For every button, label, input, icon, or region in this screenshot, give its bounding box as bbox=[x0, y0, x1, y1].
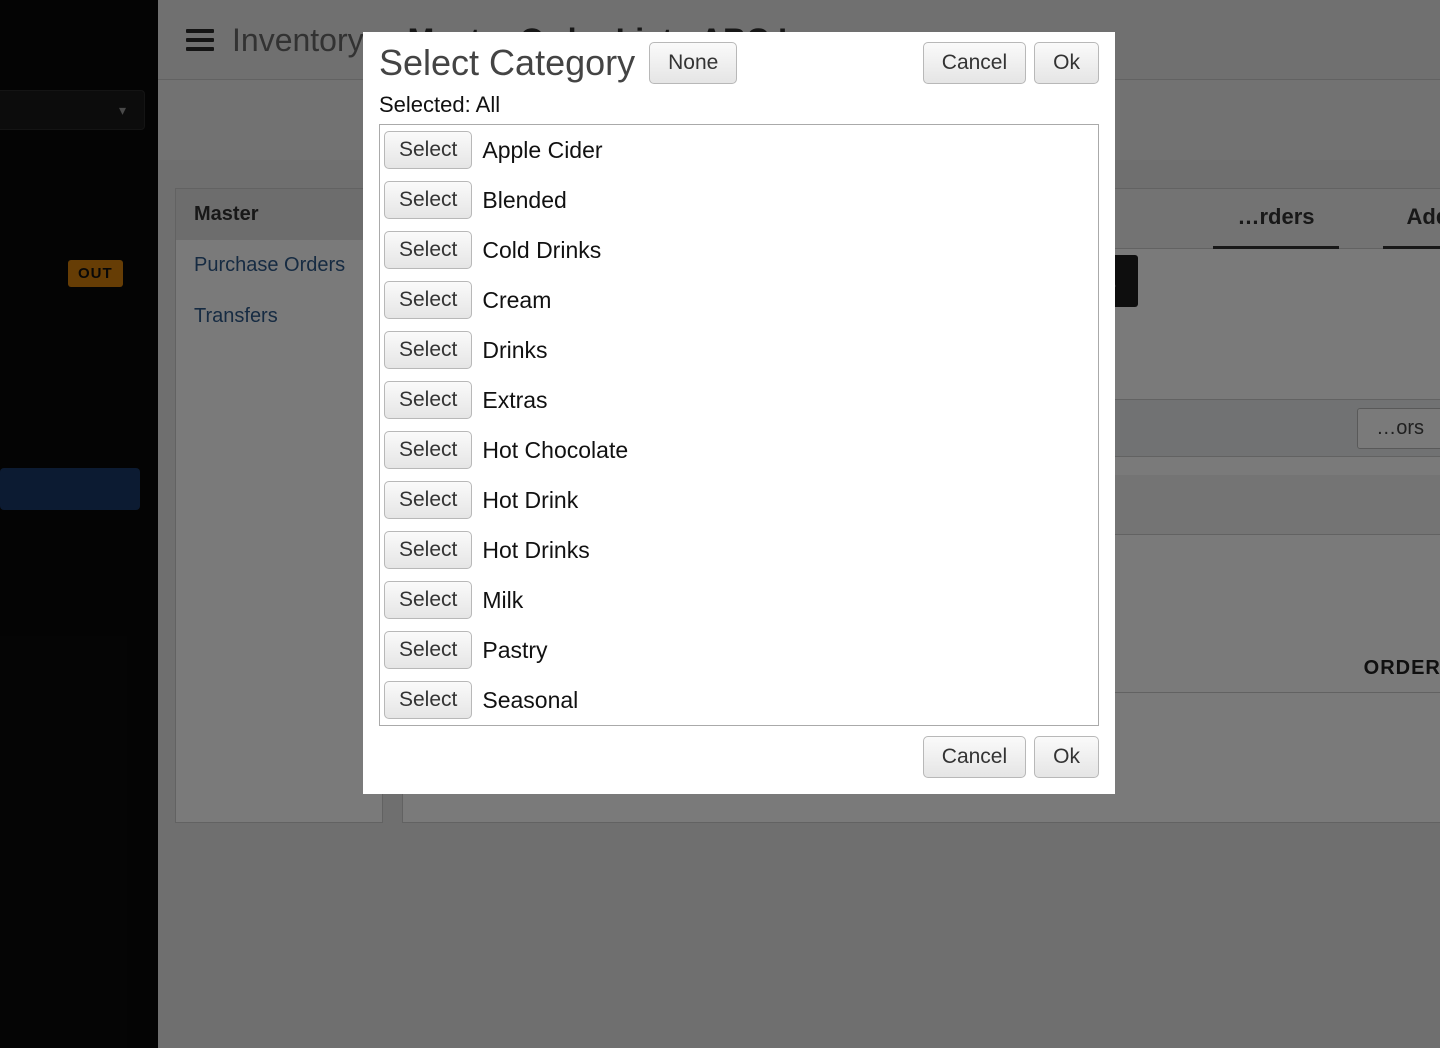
category-row: Select Milk bbox=[380, 575, 1098, 625]
category-name: Drinks bbox=[482, 337, 547, 364]
category-name: Blended bbox=[482, 187, 566, 214]
category-row: Select Cold Drinks bbox=[380, 225, 1098, 275]
select-category-button[interactable]: Select bbox=[384, 131, 472, 169]
category-name: Apple Cider bbox=[482, 137, 602, 164]
category-row: Select Hot Drink bbox=[380, 475, 1098, 525]
select-category-button[interactable]: Select bbox=[384, 681, 472, 719]
modal-header: Select Category None Cancel Ok bbox=[379, 42, 1099, 84]
category-name: Extras bbox=[482, 387, 547, 414]
category-name: Hot Drinks bbox=[482, 537, 589, 564]
category-row: Select Drinks bbox=[380, 325, 1098, 375]
category-name: Seasonal bbox=[482, 687, 578, 714]
none-button[interactable]: None bbox=[649, 42, 737, 84]
select-category-button[interactable]: Select bbox=[384, 431, 472, 469]
ok-button-bottom[interactable]: Ok bbox=[1034, 736, 1099, 778]
category-row: Select Apple Cider bbox=[380, 125, 1098, 175]
select-category-button[interactable]: Select bbox=[384, 331, 472, 369]
select-category-button[interactable]: Select bbox=[384, 381, 472, 419]
category-list: Select Apple Cider Select Blended Select Cold… bbox=[379, 124, 1099, 726]
modal-title: Select Category bbox=[379, 42, 635, 84]
category-name: Cream bbox=[482, 287, 551, 314]
select-category-button[interactable]: Select bbox=[384, 231, 472, 269]
category-row: Select Seasonal bbox=[380, 675, 1098, 725]
category-name: Cold Drinks bbox=[482, 237, 601, 264]
select-category-button[interactable]: Select bbox=[384, 481, 472, 519]
category-name: Milk bbox=[482, 587, 523, 614]
selected-prefix: Selected: bbox=[379, 92, 476, 117]
category-row: Select Extras bbox=[380, 375, 1098, 425]
category-name: Pastry bbox=[482, 637, 547, 664]
category-name: Hot Chocolate bbox=[482, 437, 628, 464]
select-category-modal: Select Category None Cancel Ok Selected:… bbox=[363, 32, 1115, 794]
select-category-button[interactable]: Select bbox=[384, 531, 472, 569]
modal-footer: Cancel Ok bbox=[379, 736, 1099, 778]
category-row: Select Hot Drinks bbox=[380, 525, 1098, 575]
category-name: Hot Drink bbox=[482, 487, 578, 514]
selected-value: All bbox=[476, 92, 500, 117]
select-category-button[interactable]: Select bbox=[384, 631, 472, 669]
ok-button-top[interactable]: Ok bbox=[1034, 42, 1099, 84]
select-category-button[interactable]: Select bbox=[384, 281, 472, 319]
cancel-button-bottom[interactable]: Cancel bbox=[923, 736, 1026, 778]
category-row: Select Pastry bbox=[380, 625, 1098, 675]
category-row: Select Blended bbox=[380, 175, 1098, 225]
cancel-button-top[interactable]: Cancel bbox=[923, 42, 1026, 84]
category-row: Select Cream bbox=[380, 275, 1098, 325]
select-category-button[interactable]: Select bbox=[384, 581, 472, 619]
category-row: Select Hot Chocolate bbox=[380, 425, 1098, 475]
select-category-button[interactable]: Select bbox=[384, 181, 472, 219]
selected-summary: Selected: All bbox=[379, 92, 1099, 118]
